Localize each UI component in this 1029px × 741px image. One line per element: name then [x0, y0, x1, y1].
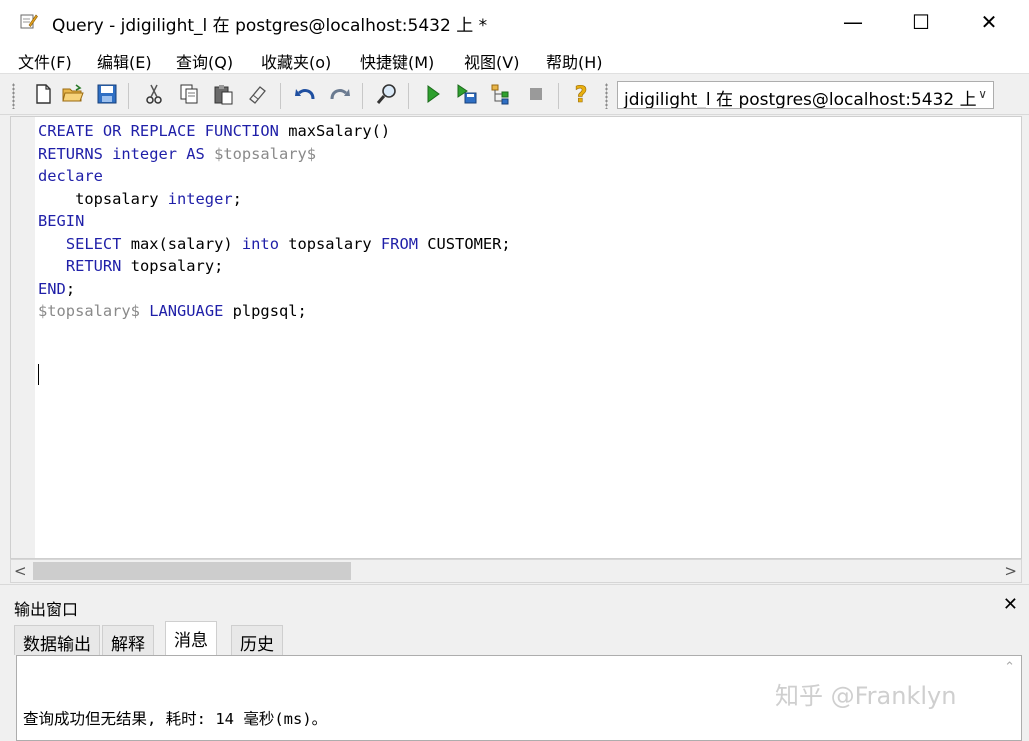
- connection-value: jdigilight_l 在 postgres@localhost:5432 上: [624, 90, 977, 109]
- scroll-right-icon[interactable]: >: [1004, 562, 1017, 580]
- menu-edit[interactable]: 编辑(E): [97, 49, 152, 73]
- scrollbar-thumb[interactable]: [33, 562, 351, 580]
- code-line: SELECT max(salary) into topsalary FROM C…: [65, 234, 511, 253]
- output-panel-header: 输出窗口 ✕: [10, 594, 1022, 619]
- watermark: 知乎 @Franklyn: [775, 682, 957, 710]
- maximize-button[interactable]: ☐: [898, 0, 944, 44]
- scroll-left-icon[interactable]: <: [14, 562, 27, 580]
- code-line: RETURNS integer AS $topsalary$: [38, 144, 317, 163]
- code-line: BEGIN: [38, 212, 85, 230]
- code-token: CREATE OR REPLACE FUNCTION: [38, 122, 279, 140]
- toolbar-grip[interactable]: [12, 83, 15, 109]
- stop-icon[interactable]: [523, 81, 549, 107]
- menu-bar: 文件(F) 编辑(E) 查询(Q) 收藏夹(o) 快捷键(M) 视图(V) 帮助…: [0, 44, 1029, 74]
- cut-icon[interactable]: [141, 81, 167, 107]
- clear-icon[interactable]: [244, 81, 270, 107]
- close-button[interactable]: ✕: [966, 0, 1012, 44]
- code-line: END;: [38, 279, 76, 298]
- sql-editor[interactable]: CREATE OR REPLACE FUNCTION maxSalary() RE…: [10, 116, 1022, 559]
- undo-icon[interactable]: [292, 81, 318, 107]
- title-bar[interactable]: Query - jdigilight_l 在 postgres@localhos…: [0, 0, 1029, 44]
- explain-icon[interactable]: [488, 81, 514, 107]
- code-line: $topsalary$ LANGUAGE plpgsql;: [38, 302, 307, 320]
- tab-explain[interactable]: 解释: [102, 625, 154, 655]
- tab-messages[interactable]: 消息: [165, 621, 217, 655]
- minimize-icon: —: [843, 10, 863, 34]
- code-line: RETURN topsalary;: [65, 257, 224, 275]
- window-title: Query - jdigilight_l 在 postgres@localhos…: [52, 16, 488, 36]
- application-window: Query - jdigilight_l 在 postgres@localhos…: [0, 0, 1029, 741]
- horizontal-scrollbar[interactable]: < >: [10, 559, 1022, 583]
- toolbar-separator: [280, 83, 281, 109]
- query-app-icon: [20, 13, 38, 29]
- menu-view[interactable]: 视图(V): [464, 49, 519, 73]
- toolbar-separator: [128, 83, 129, 109]
- execute-to-file-icon[interactable]: [454, 81, 480, 107]
- editor-gutter: [11, 117, 35, 558]
- copy-icon[interactable]: [176, 81, 202, 107]
- scroll-up-icon[interactable]: ⌃: [1004, 660, 1015, 675]
- menu-favorites[interactable]: 收藏夹(o): [261, 49, 331, 73]
- toolbar-separator: [362, 83, 363, 109]
- code-line: topsalary integer;: [38, 189, 242, 208]
- new-file-icon[interactable]: [30, 81, 56, 107]
- close-icon: ✕: [980, 10, 998, 34]
- tab-history[interactable]: 历史: [231, 625, 283, 655]
- toolbar: ? jdigilight_l 在 postgres@localhost:5432…: [0, 75, 1029, 115]
- menu-query[interactable]: 查询(Q): [176, 49, 233, 73]
- tab-data-output[interactable]: 数据输出: [14, 625, 100, 655]
- maximize-icon: ☐: [912, 10, 930, 34]
- query-result-message: 查询成功但无结果, 耗时: 14 毫秒(ms)。: [23, 710, 328, 728]
- code-line: declare: [38, 167, 103, 185]
- menu-file[interactable]: 文件(F): [18, 49, 72, 73]
- close-icon[interactable]: ✕: [1003, 594, 1018, 615]
- text-caret: [38, 364, 39, 385]
- svg-text:?: ?: [575, 83, 588, 106]
- save-icon[interactable]: [94, 81, 120, 107]
- find-icon[interactable]: [374, 81, 400, 107]
- chevron-down-icon: ∨: [978, 87, 987, 101]
- output-panel-title: 输出窗口: [14, 600, 79, 619]
- redo-icon[interactable]: [327, 81, 353, 107]
- paste-icon[interactable]: [210, 81, 236, 107]
- help-icon[interactable]: ?: [568, 81, 594, 107]
- toolbar-grip[interactable]: [605, 83, 608, 109]
- menu-help[interactable]: 帮助(H): [546, 49, 603, 73]
- execute-icon[interactable]: [420, 81, 446, 107]
- pane-splitter[interactable]: [0, 584, 1029, 592]
- open-folder-icon[interactable]: [60, 81, 86, 107]
- connection-select[interactable]: jdigilight_l 在 postgres@localhost:5432 上…: [617, 81, 994, 109]
- code-line: CREATE OR REPLACE FUNCTION maxSalary(): [38, 122, 391, 140]
- output-tabs: 数据输出 解释 消息 历史: [10, 621, 1022, 655]
- minimize-button[interactable]: —: [830, 0, 876, 44]
- toolbar-separator: [408, 83, 409, 109]
- toolbar-separator: [558, 83, 559, 109]
- sql-code[interactable]: CREATE OR REPLACE FUNCTION maxSalary() RE…: [38, 120, 511, 323]
- menu-macros[interactable]: 快捷键(M): [360, 49, 434, 73]
